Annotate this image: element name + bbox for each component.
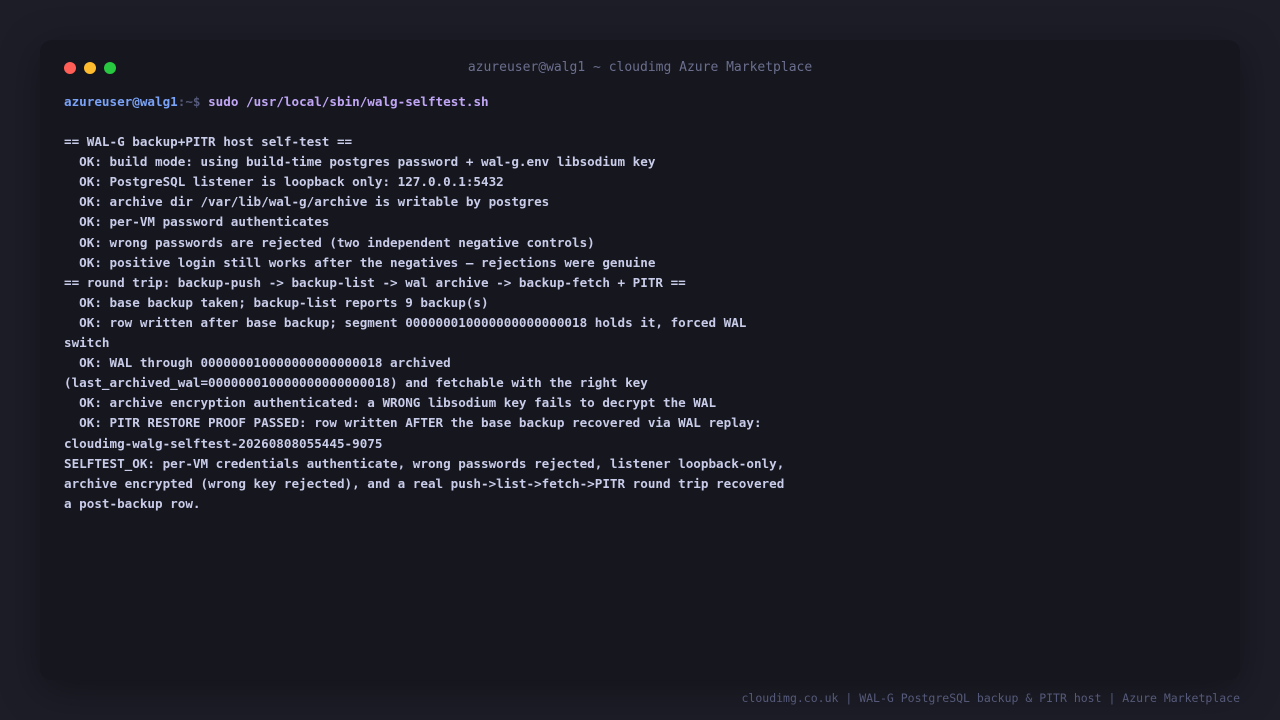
output-line: OK: WAL through 000000010000000000000018… (64, 355, 451, 371)
terminal-output[interactable]: azureuser@walg1:~$ sudo /usr/local/sbin/… (64, 92, 1214, 514)
prompt-user-host: azureuser@walg1 (64, 94, 178, 109)
footer-caption: cloudimg.co.uk | WAL-G PostgreSQL backup… (741, 691, 1241, 705)
window-title: azureuser@walg1 ~ cloudimg Azure Marketp… (467, 60, 813, 75)
output-line: OK: row written after base backup; segme… (64, 314, 747, 330)
output-line: (last_archived_wal=000000010000000000000… (64, 375, 648, 391)
output-line: OK: PITR RESTORE PROOF PASSED: row writt… (64, 415, 762, 431)
prompt-line: azureuser@walg1:~$ sudo /usr/local/sbin/… (64, 92, 1214, 112)
output-line: SELFTEST_OK: per-VM credentials authenti… (64, 455, 785, 471)
output-line: OK: archive encryption authenticated: a … (64, 395, 717, 411)
output-line: switch (64, 335, 110, 351)
terminal-window: azureuser@walg1 ~ cloudimg Azure Marketp… (40, 40, 1240, 680)
output-line: OK: wrong passwords are rejected (two in… (64, 234, 595, 250)
command-output: == WAL-G backup+PITR host self-test == O… (64, 132, 1214, 514)
output-line: OK: build mode: using build-time postgre… (64, 154, 656, 170)
output-line: == round trip: backup-push -> backup-lis… (64, 274, 686, 290)
title-bar: azureuser@walg1 ~ cloudimg Azure Marketp… (40, 40, 1240, 96)
output-line: OK: base backup taken; backup-list repor… (64, 294, 489, 310)
output-line: a post-backup row. (64, 495, 201, 511)
output-line: OK: per-VM password authenticates (64, 214, 330, 230)
output-line: cloudimg-walg-selftest-20260808055445-90… (64, 435, 383, 451)
prompt-path: :~$ (177, 94, 209, 109)
output-line: OK: archive dir /var/lib/wal-g/archive i… (64, 194, 550, 210)
output-line: == WAL-G backup+PITR host self-test == (64, 134, 353, 150)
output-line: archive encrypted (wrong key rejected), … (64, 475, 785, 491)
output-line: OK: positive login still works after the… (64, 254, 656, 270)
prompt-command: sudo /usr/local/sbin/walg-selftest.sh (208, 94, 489, 109)
output-line: OK: PostgreSQL listener is loopback only… (64, 174, 504, 190)
